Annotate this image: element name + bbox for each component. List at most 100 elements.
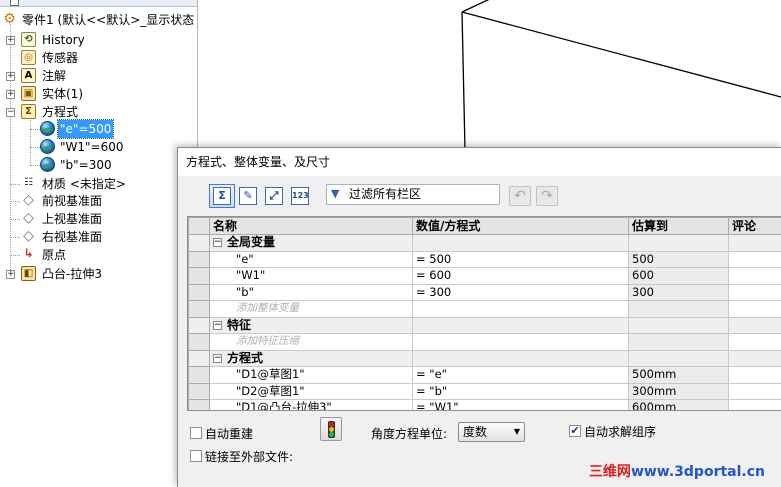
add-feature-suppression-row[interactable]: 添加特征压缩 [188, 333, 781, 351]
rebuild-button[interactable] [320, 417, 342, 441]
section-cell [728, 316, 781, 334]
add-global-variable-placeholder[interactable]: 添加整体变量 [209, 300, 413, 318]
app-window: ⚙ 零件1 (默认<<默认>_显示状态 + ⟲ History ◎ 传感器 + … [0, 0, 781, 487]
equations-icon: Σ [21, 104, 36, 119]
tree-item-material[interactable]: ☷ 材质 <未指定> [0, 175, 197, 193]
angle-unit-select[interactable]: 度数 ▼ [458, 422, 525, 442]
global-variable-icon [40, 121, 55, 136]
chevron-down-icon: ▼ [513, 427, 520, 436]
section-title: − 特征 [209, 316, 413, 334]
column-header-name[interactable]: 名称 [209, 217, 413, 235]
plane-icon: ◇ [23, 210, 34, 226]
sketch-equation-view-button[interactable]: ✎ [235, 184, 261, 208]
evaluates-cell: 600 [628, 267, 729, 285]
table-row[interactable]: "D1@凸台-拉伸3" = "W1" 600mm [188, 399, 781, 410]
add-feature-suppression-placeholder[interactable]: 添加特征压缩 [209, 333, 413, 351]
tree-item-history[interactable]: + ⟲ History [0, 31, 197, 49]
column-header-comments[interactable]: 评论 [728, 217, 781, 235]
variable-name-cell[interactable]: "e" [209, 250, 413, 268]
expand-icon[interactable]: + [6, 90, 15, 99]
tree-item-boss-extrude[interactable]: + ◧ 凸台-拉伸3 [0, 265, 197, 283]
value-cell[interactable]: = "b" [412, 382, 629, 400]
table-row[interactable]: "e" = 500 500 [188, 250, 781, 268]
column-header-value[interactable]: 数值/方程式 [412, 217, 629, 235]
tree-item-annotations[interactable]: + A 注解 [0, 67, 197, 85]
tree-item-front-plane[interactable]: ◇ 前视基准面 [0, 192, 197, 210]
comment-cell[interactable] [728, 399, 781, 410]
row-header [188, 267, 210, 285]
equation-name-cell[interactable]: "D1@草图1" [209, 366, 413, 384]
variable-name-cell[interactable]: "b" [209, 283, 413, 301]
column-header-evaluates[interactable]: 估算到 [628, 217, 729, 235]
table-row[interactable]: "W1" = 600 600 [188, 267, 781, 285]
value-cell[interactable]: = 600 [412, 267, 629, 285]
traffic-light-green [329, 432, 334, 437]
equation-name-cell[interactable]: "D1@凸台-拉伸3" [209, 399, 413, 410]
empty-cell [412, 333, 629, 351]
equations-dialog: 方程式、整体变量、及尺寸 Σ ✎ ⤢ 123 ▼ 过滤所有栏区 ↶ ↷ 名称 数… [177, 147, 781, 487]
row-header [188, 234, 210, 252]
row-header [188, 283, 210, 301]
collapse-icon[interactable]: − [6, 108, 15, 117]
section-cell [628, 349, 729, 367]
value-cell[interactable]: = 500 [412, 250, 629, 268]
row-header [188, 333, 210, 351]
redo-button[interactable]: ↷ [536, 186, 558, 206]
tree-item-sensors[interactable]: ◎ 传感器 [0, 49, 197, 67]
table-row[interactable]: "b" = 300 300 [188, 283, 781, 301]
tree-item-label: 上视基准面 [42, 212, 103, 226]
tree-root-label: 零件1 (默认<<默认>_显示状态 [22, 13, 195, 27]
value-cell[interactable]: = 300 [412, 283, 629, 301]
expand-icon[interactable]: + [6, 270, 15, 279]
redo-icon: ↷ [541, 188, 553, 204]
comment-cell[interactable] [728, 267, 781, 285]
tree-item-right-plane[interactable]: ◇ 右视基准面 [0, 228, 197, 246]
tree-root[interactable]: ⚙ 零件1 (默认<<默认>_显示状态 [0, 11, 197, 29]
equation-name-cell[interactable]: "D2@草图1" [209, 382, 413, 400]
tree-toolbar [0, 0, 197, 7]
section-cell [728, 349, 781, 367]
origin-icon: ↳ [23, 246, 34, 260]
filter-icon: ▼ [331, 187, 340, 200]
variable-name-cell[interactable]: "W1" [209, 267, 413, 285]
evaluates-cell: 300 [628, 283, 729, 301]
auto-rebuild-checkbox[interactable] [190, 427, 202, 439]
tree-pin-icon[interactable] [10, 0, 19, 6]
add-global-variable-row[interactable]: 添加整体变量 [188, 300, 781, 318]
tree-item-top-plane[interactable]: ◇ 上视基准面 [0, 210, 197, 228]
empty-cell [628, 300, 729, 318]
ordered-view-button[interactable]: 123 [287, 184, 313, 208]
tree-item-solid-bodies[interactable]: + ▣ 实体(1) [0, 85, 197, 103]
value-cell[interactable]: = "e" [412, 366, 629, 384]
equation-view-button[interactable]: Σ [209, 184, 235, 208]
tree-item-label: 传感器 [42, 51, 79, 65]
section-global-variables[interactable]: − 全局变量 [188, 234, 781, 252]
tree-item-equations[interactable]: − Σ 方程式 [0, 103, 197, 121]
tree-equation-w1[interactable]: "W1"=600 [0, 138, 197, 156]
value-cell[interactable]: = "W1" [412, 399, 629, 410]
tree-equation-e[interactable]: "e"=500 [0, 119, 197, 139]
section-cell [628, 234, 729, 252]
auto-solve-order-checkbox[interactable]: ✔ [569, 425, 581, 437]
table-row[interactable]: "D1@草图1" = "e" 500mm [188, 366, 781, 384]
section-features[interactable]: − 特征 [188, 316, 781, 334]
tree-equation-b[interactable]: "b"=300 [0, 156, 197, 174]
row-header [188, 250, 210, 268]
comment-cell[interactable] [728, 366, 781, 384]
collapse-icon[interactable]: − [213, 320, 222, 330]
collapse-icon[interactable]: − [213, 353, 222, 363]
undo-button[interactable]: ↶ [509, 186, 531, 206]
table-row[interactable]: "D2@草图1" = "b" 300mm [188, 382, 781, 400]
expand-icon[interactable]: + [6, 36, 15, 45]
expand-icon[interactable]: + [6, 72, 15, 81]
link-external-file-checkbox[interactable] [190, 450, 202, 462]
comment-cell[interactable] [728, 283, 781, 301]
dimension-view-button[interactable]: ⤢ [261, 184, 287, 208]
comment-cell[interactable] [728, 382, 781, 400]
filter-input[interactable]: ▼ 过滤所有栏区 [326, 184, 500, 205]
boss-extrude-icon: ◧ [21, 266, 36, 281]
section-equations[interactable]: − 方程式 [188, 349, 781, 367]
comment-cell[interactable] [728, 250, 781, 268]
tree-item-origin[interactable]: ↳ 原点 [0, 246, 197, 264]
collapse-icon[interactable]: − [213, 238, 222, 248]
